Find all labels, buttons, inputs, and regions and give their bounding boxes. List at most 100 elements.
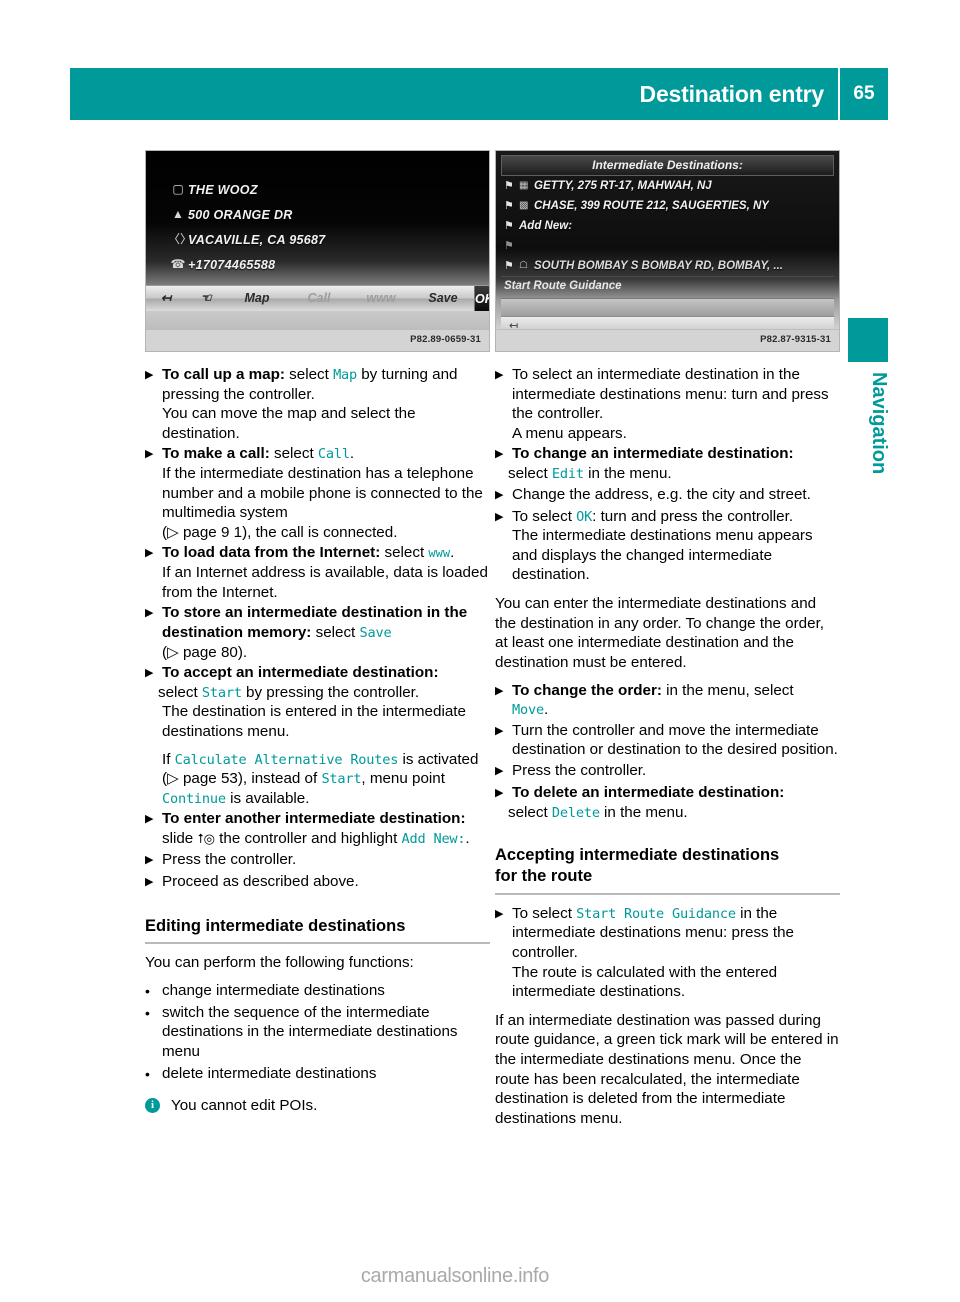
step-marker-icon: ▶ bbox=[495, 510, 504, 523]
order-paragraph: You can enter the intermediate destinati… bbox=[495, 595, 825, 671]
step-marker-icon: ▶ bbox=[145, 875, 154, 888]
map-button[interactable]: Map bbox=[226, 290, 288, 306]
step-marker-icon: ▶ bbox=[145, 547, 154, 560]
step-marker-icon: ▶ bbox=[495, 684, 504, 697]
menu-item-www: www bbox=[428, 546, 451, 561]
poi-street: 500 ORANGE DR bbox=[188, 207, 293, 222]
start-route-guidance-item[interactable]: Start Route Guidance bbox=[501, 276, 834, 296]
back-arrow-icon[interactable]: ↤ bbox=[509, 319, 518, 329]
page-ref-arrow-icon: ▷ bbox=[167, 523, 179, 541]
step-detail: A menu appears. bbox=[512, 424, 627, 442]
list-item: ▢ THE WOOZ bbox=[168, 179, 458, 201]
flag-icon: ⚑ bbox=[504, 199, 514, 212]
table-row[interactable]: ⚑ ☖ SOUTH BOMBAY S BOMBAY RD, BOMBAY, ..… bbox=[501, 256, 834, 276]
list-item: 〈〉 VACAVILLE, CA 95687 bbox=[168, 229, 458, 251]
poi-detail-rows: ▢ THE WOOZ ▲ 500 ORANGE DR 〈〉 VACAVILLE,… bbox=[168, 179, 458, 279]
ok-button[interactable]: OK bbox=[474, 286, 489, 311]
bullet-icon: • bbox=[145, 1065, 150, 1082]
step-select-intermediate-destination: ▶ To select an intermediate destination … bbox=[495, 365, 840, 443]
info-note-text: You cannot edit POIs. bbox=[171, 1096, 318, 1114]
step-text: Proceed as described above. bbox=[162, 872, 359, 890]
menu-item-start-route-guidance: Start Route Guidance bbox=[576, 905, 736, 922]
bullet-text: delete intermediate destinations bbox=[162, 1064, 377, 1082]
step-make-call: ▶ To make a call: select Call. If the in… bbox=[145, 444, 490, 542]
menu-item-call: Call bbox=[317, 446, 350, 463]
flag-icon: ⚑ bbox=[504, 219, 514, 232]
step-proceed-as-above: ▶ Proceed as described above. bbox=[145, 872, 490, 893]
list-item: ☎ +17074465588 bbox=[168, 254, 458, 276]
table-row[interactable]: ⚑ Add New: bbox=[501, 216, 834, 236]
step-detail: The intermediate destinations menu appea… bbox=[512, 527, 813, 584]
step-marker-icon: ▶ bbox=[145, 853, 154, 866]
table-row[interactable]: ⚑ ▩ CHASE, 399 ROUTE 212, SAUGERTIES, NY bbox=[501, 196, 834, 216]
step-text: To accept an intermediate destination: s… bbox=[158, 663, 490, 808]
step-detail: select Delete in the menu. bbox=[508, 803, 688, 821]
step-marker-icon: ▶ bbox=[495, 907, 504, 920]
step-press-controller: ▶ Press the controller. bbox=[145, 850, 490, 871]
table-row[interactable]: ⚑ ▦ GETTY, 275 RT-17, MAHWAH, NJ bbox=[501, 176, 834, 196]
screen-bottom-bar: ↤ bbox=[501, 316, 834, 329]
menu-item-start-alt: Start bbox=[321, 771, 362, 788]
step-text: To enter another intermediate destinatio… bbox=[162, 810, 470, 848]
step-text: To select an intermediate destination in… bbox=[512, 365, 840, 443]
hand-icon[interactable]: ☜ bbox=[186, 290, 226, 306]
page-number-box: 65 bbox=[840, 68, 888, 120]
poi-detail-screen: ▢ THE WOOZ ▲ 500 ORANGE DR 〈〉 VACAVILLE,… bbox=[146, 151, 489, 329]
step-detail: If the intermediate destination has a te… bbox=[162, 465, 483, 522]
step-text: To call up a map: select Map by turning … bbox=[162, 365, 490, 443]
step-text: To select OK: turn and press the control… bbox=[512, 507, 840, 585]
save-button[interactable]: Save bbox=[412, 290, 474, 306]
step-text: Turn the controller and move the interme… bbox=[512, 721, 838, 759]
table-row[interactable]: ⚑ bbox=[501, 236, 834, 256]
step-text: To delete an intermediate destination: s… bbox=[508, 783, 840, 822]
right-column: Intermediate Destinations: ⚑ ▦ GETTY, 27… bbox=[495, 150, 840, 1128]
step-change-address: ▶ Change the address, e.g. the city and … bbox=[495, 485, 840, 506]
step-turn-controller-move: ▶ Turn the controller and move the inter… bbox=[495, 721, 840, 760]
step-marker-icon: ▶ bbox=[145, 369, 154, 381]
menu-item-move: Move bbox=[512, 702, 544, 719]
destination-label: CHASE, 399 ROUTE 212, SAUGERTIES, NY bbox=[534, 199, 769, 212]
header-title-bar: Destination entry bbox=[70, 68, 838, 120]
step-text: To make a call: select Call. If the inte… bbox=[162, 444, 490, 542]
step-marker-icon: ▶ bbox=[495, 369, 504, 381]
step-marker-icon: ▶ bbox=[145, 607, 154, 620]
step-text: To load data from the Internet: select w… bbox=[162, 543, 490, 602]
step-accept-destination: ▶ To accept an intermediate destination:… bbox=[145, 663, 490, 808]
menu-item-start: Start bbox=[201, 684, 242, 701]
section-heading-editing: Editing intermediate destinations bbox=[145, 916, 406, 935]
step-press-controller-2: ▶ Press the controller. bbox=[495, 761, 840, 782]
step-load-internet: ▶ To load data from the Internet: select… bbox=[145, 543, 490, 602]
poi-city: VACAVILLE, CA 95687 bbox=[188, 232, 326, 247]
step-lead: To load data from the Internet: bbox=[162, 544, 381, 562]
step-store-destination: ▶ To store an intermediate destination i… bbox=[145, 603, 490, 662]
www-button[interactable]: www bbox=[350, 290, 412, 306]
final-paragraph: If an intermediate destination was passe… bbox=[495, 1011, 839, 1127]
back-arrow-icon[interactable]: ↤ bbox=[146, 290, 186, 306]
section-heading-accepting: Accepting intermediate destinations for … bbox=[495, 845, 840, 893]
step-detail: You can move the map and select the dest… bbox=[162, 405, 416, 442]
call-button[interactable]: Call bbox=[288, 290, 350, 306]
controller-slide-up-icon: ⭡◎ bbox=[197, 832, 215, 848]
step-detail: If an Internet address is available, dat… bbox=[162, 564, 488, 601]
screen-title: Intermediate Destinations: bbox=[501, 155, 834, 176]
site-watermark: carmanualsonline.info bbox=[360, 1265, 550, 1287]
step-lead: To change an intermediate destination: bbox=[512, 445, 794, 463]
step-detail: The route is calculated with the entered… bbox=[512, 963, 778, 1001]
step-text: Press the controller. bbox=[162, 850, 297, 868]
intro-text: You can perform the following functions: bbox=[145, 954, 414, 972]
step-detail: select Start by pressing the controller. bbox=[158, 683, 420, 701]
menu-item-calculate-alternative-routes: Calculate Alternative Routes bbox=[174, 751, 399, 768]
step-detail: select Edit in the menu. bbox=[508, 465, 672, 483]
left-column: ▢ THE WOOZ ▲ 500 ORANGE DR 〈〉 VACAVILLE,… bbox=[145, 150, 490, 1115]
figure-caption-code: P82.89-0659-31 bbox=[146, 329, 489, 351]
info-note: i You cannot edit POIs. bbox=[145, 1096, 490, 1116]
step-change-intermediate-destination: ▶ To change an intermediate destination:… bbox=[495, 444, 840, 483]
figure-intermediate-destinations: Intermediate Destinations: ⚑ ▦ GETTY, 27… bbox=[495, 150, 840, 352]
step-text: To change an intermediate destination: s… bbox=[508, 444, 840, 483]
